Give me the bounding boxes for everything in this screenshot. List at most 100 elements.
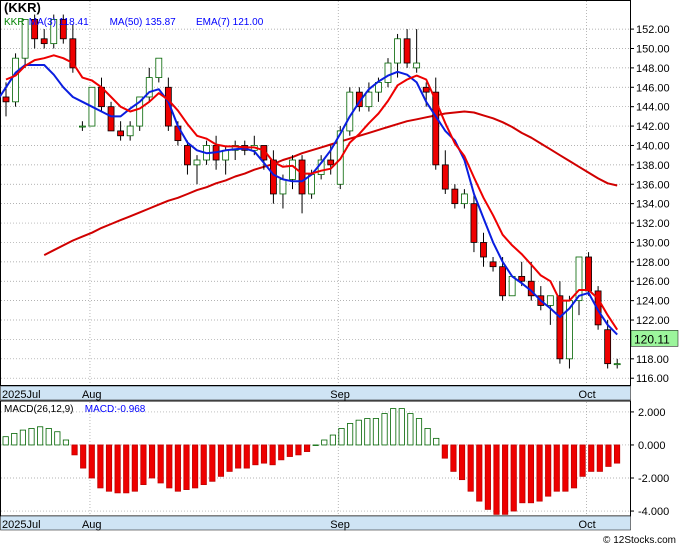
macd-legend-item: MACD:-0.968 [85,404,146,415]
macd-bar [11,432,18,446]
candle-body [193,159,201,166]
legend-item: MA(3) 118.41 [29,17,89,28]
macd-bar [243,444,250,469]
candle-body [489,261,497,268]
price-tick-label: 140.00 [636,140,670,152]
legend-item: KKR [4,17,25,28]
candle-body [2,96,10,103]
candle-body [279,179,287,195]
macd-bar [71,444,78,456]
candle-body [613,363,621,366]
macd-bar [502,444,509,515]
candle-body [384,62,392,83]
last-price-label: 120.11 [634,332,670,346]
macd-date-label: Aug [82,519,102,531]
candle-body [604,329,612,365]
macd-bar [510,444,517,512]
macd-bar [484,444,491,510]
macd-bar [493,444,500,515]
macd-bar [19,429,26,446]
macd-date-label: Sep [330,519,350,531]
macd-bar [105,444,113,492]
macd-bar [605,444,612,467]
macd-tick-label: 2.000 [638,407,666,419]
macd-bar [527,444,535,504]
macd-bar [54,431,61,446]
macd-bar [131,444,138,492]
macd-bar [174,444,181,492]
macd-bar [562,444,569,492]
macd-bar [252,444,259,466]
macd-bar [347,423,354,446]
candle-body [12,57,19,103]
macd-date-label: Oct [579,519,596,531]
price-tick-label: 138.00 [636,160,670,172]
candle-body [575,256,583,302]
macd-bar [312,444,319,446]
candle-body [413,62,421,69]
macd-bar [364,418,371,446]
macd-bar [613,444,621,464]
macd-bar [183,444,190,490]
macd-bar [519,444,526,504]
price-axis: 152.00 150.00 148.00 146.00 144.00 142.00 140.… [630,24,679,385]
candle-body [556,295,564,360]
price-tick-label: 128.00 [636,257,670,269]
macd-bar [338,428,345,446]
macd-bar [192,444,199,489]
macd-bar [433,437,440,446]
candle-body [269,159,277,195]
macd-bar [390,408,397,446]
macd-bar [579,444,586,477]
candle-body [546,295,554,306]
macd-bar [286,444,293,457]
macd-bar [407,413,414,446]
price-tick-label: 146.00 [636,82,670,94]
macd-bar [381,413,388,446]
candle-body [460,193,468,205]
candle-body [403,38,411,64]
macd-bar [588,444,595,472]
candle-body [480,242,487,258]
price-tick-label: 130.00 [636,237,670,249]
price-panel [0,0,631,386]
macd-bar [278,444,285,461]
candle-body [327,159,335,166]
candle-body [126,125,134,137]
macd-bar [45,428,52,446]
candle-body [117,130,124,137]
price-tick-label: 122.00 [636,315,670,327]
legend-item: EMA(7) 121.00 [196,17,264,28]
macd-bar [458,444,466,481]
legend: KKR MA(3) 118.41 MA(50) 135.87 EMA(7) 121.0… [4,17,264,28]
macd-bar [62,439,70,446]
candle-body [422,86,430,93]
macd-date-label: 2025Jul [2,519,41,531]
macd-bar [536,444,543,502]
price-tick-label: 152.00 [636,24,670,36]
macd-bar [97,444,104,489]
macd-bar [372,418,380,446]
candle-body [451,188,459,205]
candle-body [508,275,516,297]
candle-body [394,38,401,64]
macd-bar [355,419,362,446]
candle-body [289,159,296,180]
macd-bar [415,418,423,446]
chart-title: (KKR) [4,0,41,15]
macd-bar [295,444,302,456]
macd-bar [450,444,457,472]
macd-bar [303,444,311,452]
candle-body [40,38,48,45]
macd-bar [37,426,44,446]
macd-panel [0,400,631,517]
macd-bar [217,444,225,477]
macd-bar [123,444,130,494]
macd-tick-label: -4.000 [638,506,669,518]
candle-body [308,174,316,195]
macd-bar [235,444,242,469]
macd-bar [80,444,87,469]
macd-bar [114,444,121,494]
macd-tick-label: -2.000 [638,473,669,485]
macd-bar [200,444,207,486]
